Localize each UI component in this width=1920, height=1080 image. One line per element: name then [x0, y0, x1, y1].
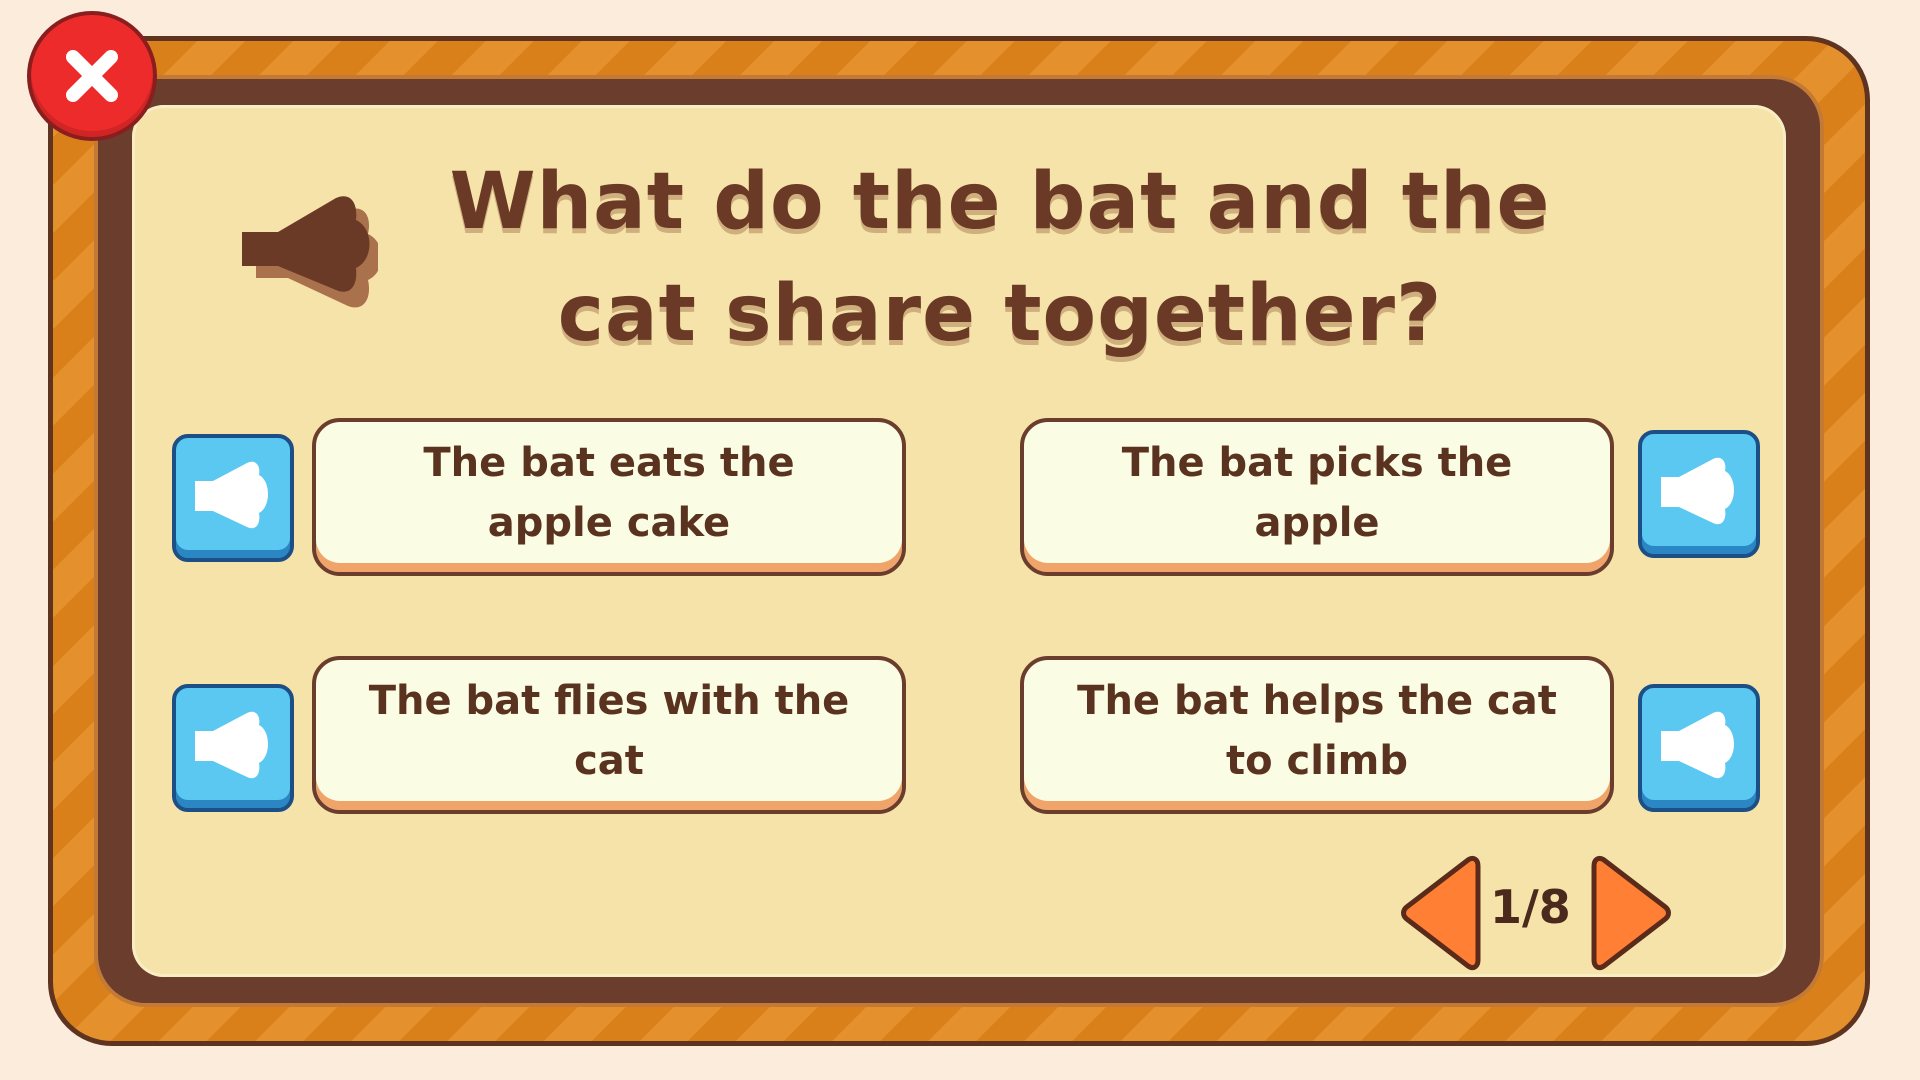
answer-option-1[interactable]: The bat eats the apple cake — [312, 418, 906, 576]
speaker-icon — [1661, 711, 1734, 779]
close-icon — [66, 50, 118, 102]
question-text: What do the bat and the cat share togeth… — [449, 157, 1551, 359]
chevron-right-icon — [1591, 855, 1671, 971]
close-button[interactable] — [27, 11, 157, 141]
page-counter: 1/8 — [1490, 880, 1571, 934]
chevron-left-icon — [1401, 855, 1481, 971]
speaker-icon — [195, 461, 268, 529]
previous-button[interactable] — [1398, 854, 1482, 972]
answer-2-audio-button[interactable] — [1638, 430, 1760, 558]
answer-option-4[interactable]: The bat helps the cat to climb — [1020, 656, 1614, 814]
next-button[interactable] — [1590, 854, 1674, 972]
speaker-icon — [1661, 457, 1734, 525]
answer-3-audio-button[interactable] — [172, 684, 294, 812]
answer-option-3-label: The bat flies with the cat — [368, 678, 850, 784]
answer-option-2[interactable]: The bat picks the apple — [1020, 418, 1614, 576]
answer-option-4-label: The bat helps the cat to climb — [1077, 678, 1557, 784]
speaker-icon — [195, 711, 268, 779]
answer-option-2-label: The bat picks the apple — [1121, 440, 1513, 546]
answer-option-1-label: The bat eats the apple cake — [423, 440, 795, 546]
answer-option-3[interactable]: The bat flies with the cat — [312, 656, 906, 814]
question-audio-button[interactable] — [238, 192, 382, 332]
answer-1-audio-button[interactable] — [172, 434, 294, 562]
speaker-icon — [242, 196, 382, 308]
answer-4-audio-button[interactable] — [1638, 684, 1760, 812]
